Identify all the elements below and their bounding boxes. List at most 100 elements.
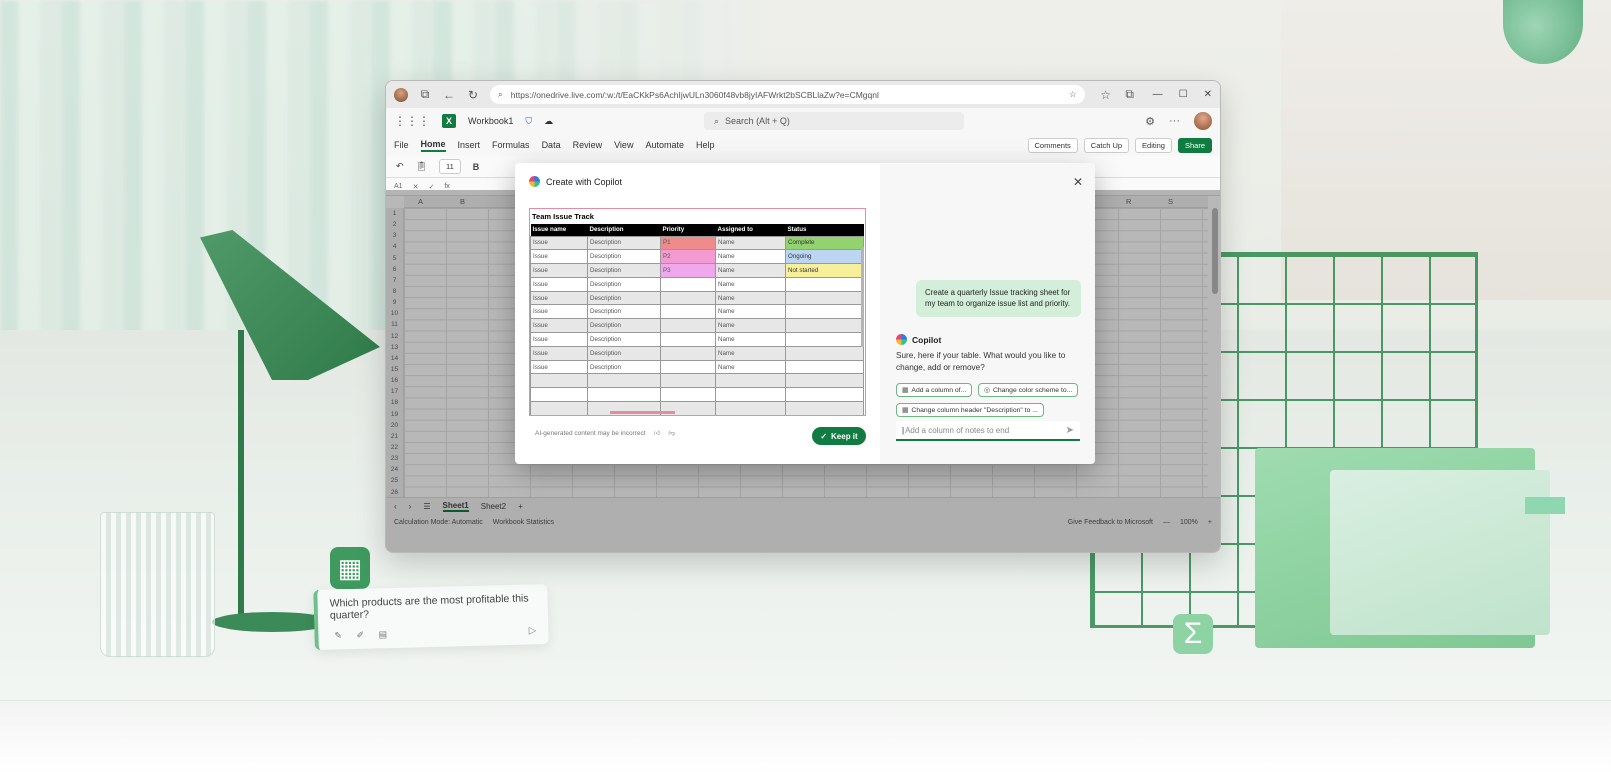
tab-file[interactable]: File bbox=[394, 140, 409, 150]
table-cell bbox=[715, 373, 786, 389]
preview-scrollbar[interactable] bbox=[861, 247, 864, 347]
undo-icon[interactable]: ↶ bbox=[396, 161, 404, 172]
suggestion-chip[interactable]: ◎ Change color scheme to... bbox=[978, 383, 1079, 397]
table-cell bbox=[715, 387, 786, 403]
table-cell: Complete bbox=[785, 235, 864, 251]
name-box[interactable]: A1 bbox=[394, 183, 403, 190]
table-header-cell: Issue name bbox=[530, 224, 588, 236]
refresh-icon[interactable]: ↻ bbox=[466, 88, 480, 102]
table-cell: Issue bbox=[530, 263, 588, 278]
tab-help[interactable]: Help bbox=[696, 140, 715, 150]
minimize-icon[interactable]: — bbox=[1153, 89, 1163, 100]
suggestion-chip[interactable]: ▦ Change column header "Description" to .… bbox=[896, 403, 1044, 417]
light-card bbox=[1330, 470, 1550, 635]
excel-logo-icon[interactable]: X bbox=[442, 114, 456, 128]
close-icon[interactable]: ✕ bbox=[1204, 89, 1212, 100]
cloud-sync-icon[interactable]: ☁ bbox=[544, 116, 553, 127]
table-cell bbox=[785, 276, 864, 292]
tab-insert[interactable]: Insert bbox=[458, 140, 481, 150]
table-cell: Name bbox=[715, 332, 786, 347]
table-row: Issue Description Name bbox=[530, 276, 864, 292]
fx-icon[interactable]: fx bbox=[444, 183, 449, 190]
back-icon[interactable]: ← bbox=[442, 88, 456, 102]
address-bar[interactable]: ⌕ https://onedrive.live.com/:w:/t/EaCKkP… bbox=[490, 85, 1085, 104]
table-preview[interactable]: Team Issue Track Issue name Description Pr… bbox=[529, 208, 866, 416]
table-icon: ▦ bbox=[902, 387, 909, 394]
read-aloud-icon[interactable]: ☆ bbox=[1069, 89, 1077, 100]
table-cell: Issue bbox=[530, 318, 588, 334]
sigma-icon: Σ bbox=[1173, 614, 1213, 654]
table-header-cell: Status bbox=[785, 224, 864, 236]
font-size-select[interactable]: 11 bbox=[438, 159, 461, 174]
copilot-prompt-input[interactable]: | Add a column of notes to end ➤ bbox=[896, 421, 1080, 441]
table-row bbox=[530, 373, 864, 389]
tab-data[interactable]: Data bbox=[542, 140, 561, 150]
thumbs-down-icon[interactable]: 👎︎ bbox=[668, 429, 675, 437]
palette-icon: ◎ bbox=[984, 387, 990, 394]
settings-gear-icon[interactable]: ⚙ bbox=[1145, 115, 1155, 128]
ribbon-tabs: File Home Insert Formulas Data Review Vi… bbox=[386, 134, 1220, 156]
table-row: Issue Description P1 Name Complete bbox=[530, 235, 864, 251]
copilot-chat-pane: Create a quarterly Issue tracking sheet … bbox=[880, 163, 1095, 464]
favorites-icon[interactable]: ☆ bbox=[1099, 88, 1113, 102]
maximize-icon[interactable]: ☐ bbox=[1179, 89, 1188, 100]
suggestion-chip[interactable]: ▦ Add a column of... bbox=[896, 383, 973, 397]
keep-it-button[interactable]: ✓ Keep it bbox=[812, 427, 866, 445]
table-cell: Description bbox=[587, 276, 661, 292]
extensions-icon[interactable]: ⧉ bbox=[1123, 87, 1137, 102]
copilot-dialog: Create with Copilot Team Issue Track Iss… bbox=[515, 163, 1095, 464]
prompt-card-text: Which products are the most profitable t… bbox=[329, 592, 529, 622]
tab-formulas[interactable]: Formulas bbox=[492, 140, 530, 150]
table-cell: Issue bbox=[530, 332, 588, 347]
checkmark-icon: ✓ bbox=[820, 431, 828, 441]
table-cell bbox=[660, 345, 716, 361]
thumbs-up-icon[interactable]: 👍︎ bbox=[654, 429, 661, 437]
table-row: Issue Description Name bbox=[530, 304, 864, 320]
table-cell: Name bbox=[715, 318, 786, 334]
bold-icon[interactable]: B bbox=[473, 162, 480, 172]
dialog-title: Create with Copilot bbox=[529, 176, 622, 187]
editing-mode-button[interactable]: Editing bbox=[1135, 137, 1172, 153]
search-input[interactable]: ⌕ Search (Alt + Q) bbox=[704, 112, 964, 130]
table-cell bbox=[785, 304, 864, 320]
table-cell: P3 bbox=[660, 263, 716, 278]
prompt-placeholder: Add a column of notes to end bbox=[905, 425, 1010, 435]
table-cell: Name bbox=[715, 290, 786, 306]
share-button[interactable]: Share bbox=[1177, 137, 1212, 153]
desk-lamp-pole bbox=[238, 330, 244, 620]
table-row: Issue Description P2 Name Ongoing bbox=[530, 249, 864, 265]
workbook-name[interactable]: Workbook1 bbox=[468, 116, 513, 126]
tab-view[interactable]: View bbox=[614, 140, 633, 150]
table-row: Issue Description Name bbox=[530, 318, 864, 334]
table-cell: Issue bbox=[530, 304, 588, 320]
search-icon: ⌕ bbox=[714, 115, 720, 126]
send-icon: ▷ bbox=[528, 625, 537, 637]
more-options-icon[interactable]: ··· bbox=[1169, 115, 1180, 127]
paste-icon[interactable]: 📋︎ bbox=[416, 161, 427, 172]
table-cell bbox=[785, 387, 864, 403]
table-cell: Issue bbox=[530, 249, 588, 265]
table-cell: Name bbox=[715, 304, 786, 320]
url-text[interactable]: https://onedrive.live.com/:w:/t/EaCKkPs6… bbox=[511, 90, 1061, 100]
preview-horizontal-scrollbar[interactable] bbox=[610, 411, 675, 414]
tab-automate[interactable]: Automate bbox=[645, 140, 684, 150]
tab-review[interactable]: Review bbox=[573, 140, 603, 150]
app-launcher-icon[interactable]: ⋮⋮⋮ bbox=[394, 114, 430, 128]
table-cell bbox=[785, 401, 864, 415]
profile-avatar[interactable] bbox=[394, 87, 408, 102]
table-cell bbox=[785, 373, 864, 389]
table-grid-icon: ▦ bbox=[330, 547, 370, 589]
user-avatar[interactable] bbox=[1194, 112, 1212, 130]
dialog-preview-pane: Create with Copilot Team Issue Track Iss… bbox=[515, 163, 880, 464]
close-dialog-icon[interactable]: ✕ bbox=[1073, 175, 1083, 189]
comments-button[interactable]: Comments bbox=[1027, 137, 1078, 153]
tabs-icon[interactable]: ⧉ bbox=[418, 87, 432, 102]
table-cell: Name bbox=[715, 263, 786, 278]
send-icon[interactable]: ➤ bbox=[1066, 425, 1074, 436]
catch-up-button[interactable]: Catch Up bbox=[1083, 137, 1130, 153]
tab-home[interactable]: Home bbox=[420, 139, 446, 152]
sensitivity-shield-icon[interactable]: ⛉ bbox=[525, 116, 532, 127]
table-row: Issue Description Name bbox=[530, 290, 864, 306]
table-cell bbox=[660, 373, 716, 389]
table-cell: Description bbox=[587, 332, 661, 347]
